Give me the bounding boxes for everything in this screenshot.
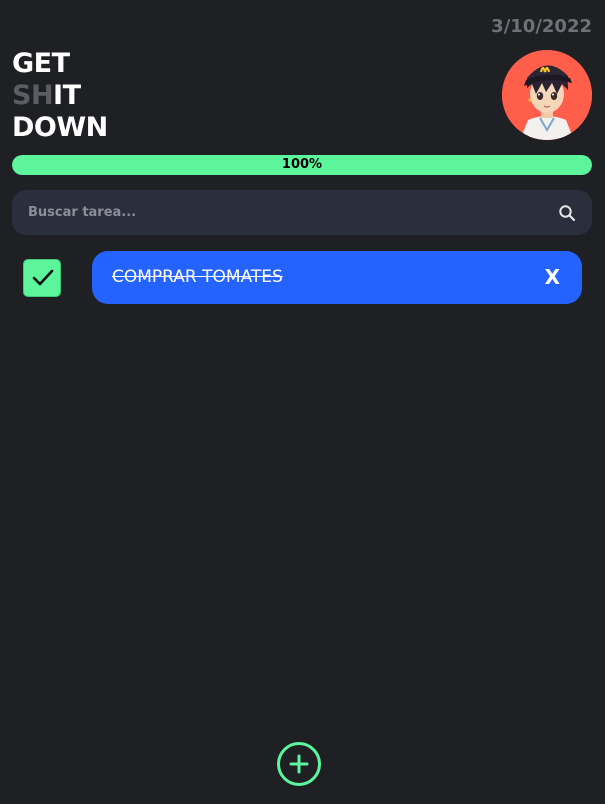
task-item[interactable]: COMPRAR TOMATES X [92,251,582,304]
task-row: COMPRAR TOMATES X [12,251,582,304]
date-label: 3/10/2022 [491,16,592,37]
plus-icon [289,754,309,774]
task-text: COMPRAR TOMATES [112,267,283,287]
avatar-illustration [502,50,592,140]
app: 3/10/2022 GET SHIT DOWN 100% Buscar tare… [0,0,605,804]
progress-bar: 100% [12,155,592,175]
title-muted-part: SH [12,80,54,111]
title-rest-part: IT [53,80,81,111]
search-bar [12,190,592,235]
search-input[interactable] [28,190,528,235]
title-line-3: DOWN [12,112,108,143]
progress-label: 100% [281,157,323,172]
add-task-button[interactable] [277,742,321,786]
search-icon[interactable] [558,204,576,222]
title-line-1: GET [12,48,70,79]
app-title: GET SHIT DOWN [12,48,108,144]
check-icon [32,269,54,286]
delete-task-button[interactable]: X [545,251,560,304]
task-checkbox[interactable] [23,259,61,297]
title-line-2: SHIT [12,80,108,112]
avatar[interactable] [502,50,592,140]
